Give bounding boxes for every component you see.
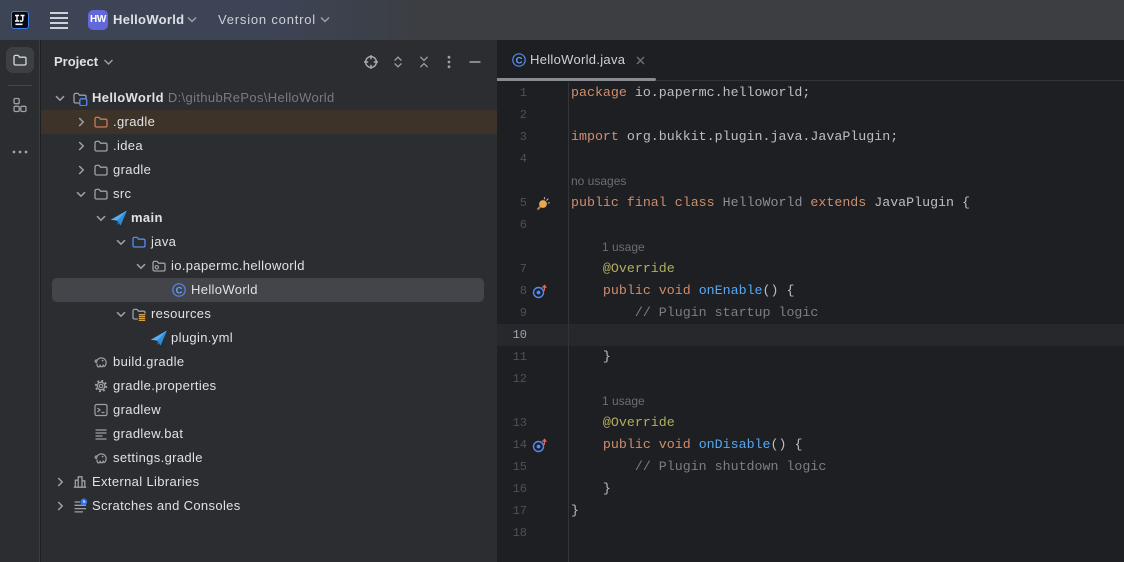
svg-text:C: C xyxy=(176,286,183,297)
svg-text:C: C xyxy=(516,56,523,67)
